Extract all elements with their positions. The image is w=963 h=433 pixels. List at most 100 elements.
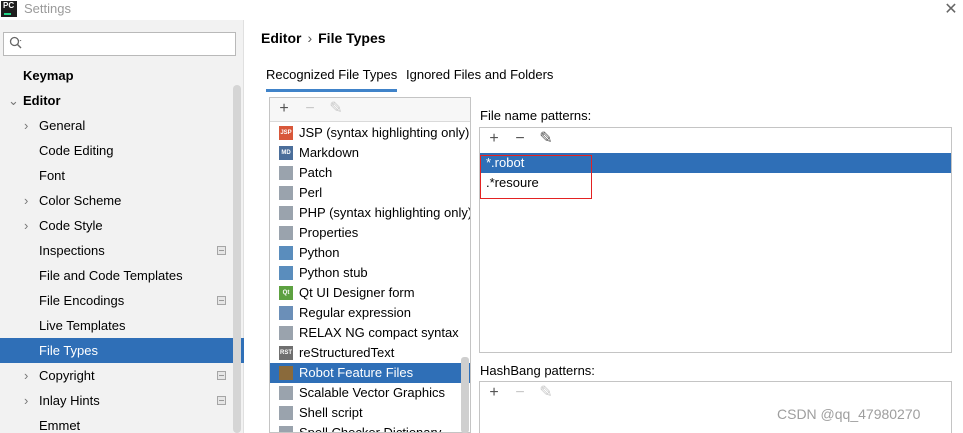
file-type-row[interactable]: Shell script [270, 403, 470, 423]
search-icon [9, 36, 22, 49]
file-type-label: Patch [299, 165, 333, 180]
edit-hashbang-button[interactable]: ✎ [537, 384, 555, 402]
file-type-label: reStructuredText [299, 345, 395, 360]
file-type-row[interactable]: Spell Checker Dictionary [270, 423, 470, 433]
sidebar-item-label: Color Scheme [39, 193, 122, 208]
close-icon[interactable]: ✕ [943, 0, 959, 19]
add-hashbang-button[interactable]: + [485, 384, 503, 402]
breadcrumb-parent[interactable]: Editor [261, 30, 301, 46]
breadcrumb-separator: › [307, 30, 313, 46]
chevron-right-icon[interactable]: › [24, 388, 28, 413]
sidebar-item-file-types[interactable]: File Types [0, 338, 244, 363]
pycharm-logo-icon: PC [1, 1, 17, 17]
chevron-right-icon[interactable]: › [24, 213, 28, 238]
file-types-scrollbar[interactable] [461, 357, 469, 433]
pattern-row[interactable]: .*resoure [480, 173, 951, 193]
file-type-row[interactable]: Robot Feature Files [270, 363, 470, 383]
chevron-right-icon[interactable]: › [24, 188, 28, 213]
file-type-row[interactable]: Scalable Vector Graphics [270, 383, 470, 403]
watermark: CSDN @qq_47980270 [777, 406, 921, 422]
file-type-row[interactable]: RELAX NG compact syntax [270, 323, 470, 343]
chevron-right-icon[interactable]: › [24, 113, 28, 138]
chevron-right-icon[interactable]: › [24, 363, 28, 388]
sidebar-item-label: Code Style [39, 218, 103, 233]
perl-file-icon [279, 186, 293, 200]
python-stub-file-icon [279, 266, 293, 280]
edit-pattern-button[interactable]: ✎ [537, 130, 555, 148]
search-input[interactable] [3, 32, 236, 56]
file-type-label: Qt UI Designer form [299, 285, 415, 300]
dictionary-file-icon [279, 426, 293, 432]
file-type-label: Python [299, 245, 340, 260]
file-type-label: Spell Checker Dictionary [299, 425, 442, 433]
project-scope-icon [217, 371, 226, 380]
rng-file-icon [279, 326, 293, 340]
sidebar-item-font[interactable]: Font [0, 163, 244, 188]
breadcrumb-current: File Types [318, 30, 386, 46]
file-type-row[interactable]: Patch [270, 163, 470, 183]
file-name-patterns-list: + − ✎ *.robot .*resoure [479, 127, 952, 353]
project-scope-icon [217, 396, 226, 405]
file-type-label: Properties [299, 225, 359, 240]
sidebar-item-live-templates[interactable]: Live Templates [0, 313, 244, 338]
sidebar-item-general[interactable]: › General [0, 113, 244, 138]
sidebar-item-inspections[interactable]: Inspections [0, 238, 244, 263]
add-pattern-button[interactable]: + [485, 130, 503, 148]
edit-file-type-button[interactable]: ✎ [327, 100, 345, 118]
sidebar-item-color-scheme[interactable]: › Color Scheme [0, 188, 244, 213]
file-type-label: RELAX NG compact syntax [299, 325, 459, 340]
sidebar-item-label: Emmet [39, 418, 81, 433]
project-scope-icon [217, 296, 226, 305]
shell-script-file-icon [279, 406, 293, 420]
file-type-row[interactable]: Qt Qt UI Designer form [270, 283, 470, 303]
sidebar-item-emmet[interactable]: Emmet [0, 413, 244, 433]
file-types-list: + − ✎ JSP JSP (syntax highlighting only) M… [269, 97, 471, 433]
jsp-file-icon: JSP [279, 126, 293, 140]
add-file-type-button[interactable]: + [275, 100, 293, 118]
sidebar-item-code-style[interactable]: › Code Style [0, 213, 244, 238]
file-type-label: PHP (syntax highlighting only) [299, 205, 471, 220]
sidebar-item-inlay-hints[interactable]: › Inlay Hints [0, 388, 244, 413]
sidebar-item-label: Copyright [39, 368, 95, 383]
sidebar-item-label: Font [39, 168, 66, 183]
file-name-patterns-label: File name patterns: [480, 108, 592, 123]
robot-file-icon [279, 366, 293, 380]
file-type-row[interactable]: MD Markdown [270, 143, 470, 163]
remove-pattern-button[interactable]: − [511, 130, 529, 148]
sidebar-item-file-and-code-templates[interactable]: File and Code Templates [0, 263, 244, 288]
sidebar-item-label: Inlay Hints [39, 393, 100, 408]
sidebar-item-label: Editor [23, 93, 61, 108]
sidebar-item-code-editing[interactable]: Code Editing [0, 138, 244, 163]
file-type-row[interactable]: Python stub [270, 263, 470, 283]
sidebar-item-keymap[interactable]: Keymap [0, 63, 244, 88]
sidebar-item-label: General [39, 118, 86, 133]
tab-ignored-files-and-folders[interactable]: Ignored Files and Folders [406, 66, 553, 92]
rst-file-icon: RST [279, 346, 293, 360]
sidebar-item-file-encodings[interactable]: File Encodings [0, 288, 244, 313]
file-type-row[interactable]: Python [270, 243, 470, 263]
sidebar-item-label: Code Editing [39, 143, 114, 158]
sidebar-item-editor[interactable]: ⌄ Editor [0, 88, 244, 113]
qt-ui-file-icon: Qt [279, 286, 293, 300]
file-type-label: Shell script [299, 405, 363, 420]
file-type-row[interactable]: Properties [270, 223, 470, 243]
file-type-label: Markdown [299, 145, 359, 160]
sidebar-item-copyright[interactable]: › Copyright [0, 363, 244, 388]
sidebar-item-label: Keymap [23, 68, 74, 83]
file-types-toolbar: + − ✎ [270, 98, 470, 122]
file-type-row[interactable]: JSP JSP (syntax highlighting only) [270, 123, 470, 143]
sidebar-item-label: File Types [39, 343, 99, 358]
tab-recognized-file-types[interactable]: Recognized File Types [266, 66, 398, 92]
breadcrumb: Editor › File Types [261, 30, 386, 46]
file-type-row[interactable]: Regular expression [270, 303, 470, 323]
file-type-row[interactable]: PHP (syntax highlighting only) [270, 203, 470, 223]
remove-hashbang-button[interactable]: − [511, 384, 529, 402]
pattern-row[interactable]: *.robot [480, 153, 951, 173]
file-type-row[interactable]: Perl [270, 183, 470, 203]
sidebar-scrollbar[interactable] [233, 85, 241, 433]
chevron-down-icon[interactable]: ⌄ [8, 88, 19, 113]
sidebar-item-label: File Encodings [39, 293, 125, 308]
file-type-row[interactable]: RST reStructuredText [270, 343, 470, 363]
remove-file-type-button[interactable]: − [301, 100, 319, 118]
markdown-file-icon: MD [279, 146, 293, 160]
